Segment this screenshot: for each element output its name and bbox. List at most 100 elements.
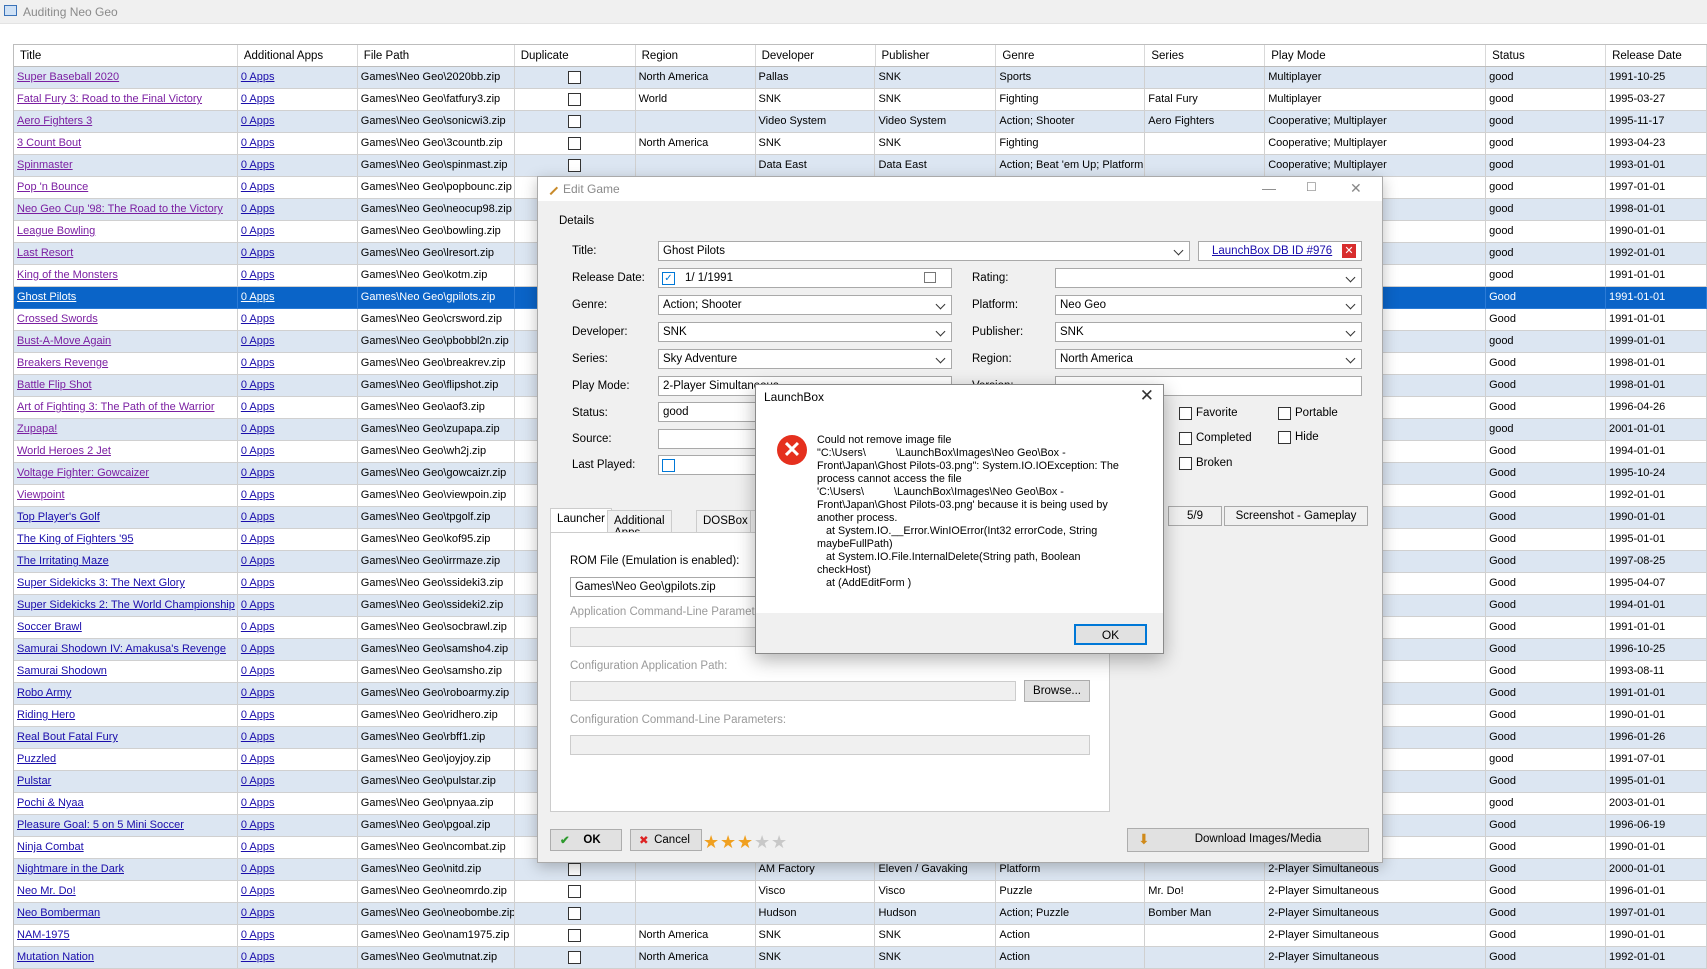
duplicate-checkbox[interactable] [514,155,636,177]
duplicate-checkbox[interactable] [514,111,636,133]
broken-checkbox[interactable] [1179,457,1192,470]
portable-checkbox[interactable] [1278,407,1291,420]
additional-apps-link[interactable]: 0 Apps [237,859,358,881]
title-link[interactable]: Super Baseball 2020 [14,67,238,89]
star-icon[interactable]: ★ [771,832,787,853]
column-header[interactable]: Publisher [876,45,997,66]
additional-apps-link[interactable]: 0 Apps [237,67,358,89]
tab-additional-apps[interactable]: Additional Apps [607,510,672,539]
column-header[interactable]: Developer [756,45,876,66]
column-header[interactable]: Region [636,45,756,66]
rating-field[interactable] [1055,268,1362,288]
additional-apps-link[interactable]: 0 Apps [237,815,358,837]
duplicate-checkbox[interactable] [514,133,636,155]
title-link[interactable]: Voltage Fighter: Gowcaizer [14,463,238,485]
additional-apps-link[interactable]: 0 Apps [237,683,358,705]
message-close-icon[interactable]: ✕ [1140,386,1154,406]
title-link[interactable]: Nightmare in the Dark [14,859,238,881]
download-media-button[interactable]: ⬇ Download Images/Media [1127,828,1369,852]
platform-field[interactable]: Neo Geo [1055,295,1362,315]
cancel-button[interactable]: ✖ Cancel [630,829,702,851]
column-header[interactable]: Additional Apps [238,45,358,66]
star-icon[interactable]: ★ [720,832,736,853]
additional-apps-link[interactable]: 0 Apps [237,463,358,485]
column-header[interactable]: Genre [996,45,1146,66]
title-link[interactable]: Aero Fighters 3 [14,111,238,133]
additional-apps-link[interactable]: 0 Apps [237,221,358,243]
column-header[interactable]: Status [1486,45,1607,66]
duplicate-checkbox[interactable] [514,947,636,969]
additional-apps-link[interactable]: 0 Apps [237,199,358,221]
additional-apps-link[interactable]: 0 Apps [237,837,358,859]
title-link[interactable]: The King of Fighters '95 [14,529,238,551]
title-link[interactable]: Ninja Combat [14,837,238,859]
additional-apps-link[interactable]: 0 Apps [237,287,358,309]
title-link[interactable]: Riding Hero [14,705,238,727]
table-row[interactable]: NAM-1975 0 Apps Games\Neo Geo\nam1975.zip N… [14,925,1707,947]
title-field[interactable]: Ghost Pilots [658,241,1190,261]
additional-apps-link[interactable]: 0 Apps [237,947,358,969]
table-row[interactable]: Mutation Nation 0 Apps Games\Neo Geo\mutna… [14,947,1707,969]
additional-apps-link[interactable]: 0 Apps [237,793,358,815]
title-link[interactable]: Pop 'n Bounce [14,177,238,199]
title-link[interactable]: 3 Count Bout [14,133,238,155]
config-cmd-field[interactable] [570,735,1090,755]
title-link[interactable]: Super Sidekicks 2: The World Championshi… [14,595,238,617]
tab-launcher[interactable]: Launcher [550,508,612,532]
title-link[interactable]: Art of Fighting 3: The Path of the Warri… [14,397,238,419]
table-row[interactable]: Fatal Fury 3: Road to the Final Victory 0… [14,89,1707,111]
publisher-field[interactable]: SNK [1055,322,1362,342]
title-link[interactable]: Pleasure Goal: 5 on 5 Mini Soccer [14,815,238,837]
calendar-icon[interactable] [924,272,936,283]
title-link[interactable]: Real Bout Fatal Fury [14,727,238,749]
title-link[interactable]: Fatal Fury 3: Road to the Final Victory [14,89,238,111]
additional-apps-link[interactable]: 0 Apps [237,617,358,639]
title-link[interactable]: Spinmaster [14,155,238,177]
title-link[interactable]: Neo Bomberman [14,903,238,925]
additional-apps-link[interactable]: 0 Apps [237,441,358,463]
additional-apps-link[interactable]: 0 Apps [237,419,358,441]
additional-apps-link[interactable]: 0 Apps [237,331,358,353]
launchbox-db-link[interactable]: LaunchBox DB ID #976 [1198,241,1362,261]
title-link[interactable]: Pulstar [14,771,238,793]
additional-apps-link[interactable]: 0 Apps [237,529,358,551]
column-header[interactable]: File Path [358,45,515,66]
title-link[interactable]: Neo Geo Cup '98: The Road to the Victory [14,199,238,221]
title-link[interactable]: Bust-A-Move Again [14,331,238,353]
image-type[interactable]: Screenshot - Gameplay [1224,506,1368,526]
tab-dosbox[interactable]: DOSBox [696,510,755,532]
title-link[interactable]: NAM-1975 [14,925,238,947]
close-icon[interactable]: ✕ [1350,180,1362,197]
additional-apps-link[interactable]: 0 Apps [237,155,358,177]
additional-apps-link[interactable]: 0 Apps [237,749,358,771]
column-header[interactable]: Title [14,45,238,66]
title-link[interactable]: Last Resort [14,243,238,265]
ok-button[interactable]: ✔ OK [550,829,622,851]
title-link[interactable]: World Heroes 2 Jet [14,441,238,463]
series-field[interactable]: Sky Adventure [658,349,952,369]
browse-button[interactable]: Browse... [1024,680,1090,702]
title-link[interactable]: Viewpoint [14,485,238,507]
additional-apps-link[interactable]: 0 Apps [237,881,358,903]
title-link[interactable]: Top Player's Golf [14,507,238,529]
duplicate-checkbox[interactable] [514,89,636,111]
duplicate-checkbox[interactable] [514,67,636,89]
star-icon[interactable]: ★ [754,832,770,853]
additional-apps-link[interactable]: 0 Apps [237,903,358,925]
table-row[interactable]: Aero Fighters 30 Apps Games\Neo Geo\sonic… [14,111,1707,133]
additional-apps-link[interactable]: 0 Apps [237,89,358,111]
additional-apps-link[interactable]: 0 Apps [237,397,358,419]
star-icon[interactable]: ★ [703,832,719,853]
developer-field[interactable]: SNK [658,322,952,342]
release-date-checkbox[interactable]: ✓ [662,272,675,285]
additional-apps-link[interactable]: 0 Apps [237,309,358,331]
duplicate-checkbox[interactable] [514,903,636,925]
duplicate-checkbox[interactable] [514,925,636,947]
table-row[interactable]: 3 Count Bout 0 Apps Games\Neo Geo\3countb.… [14,133,1707,155]
genre-field[interactable]: Action; Shooter [658,295,952,315]
title-link[interactable]: King of the Monsters [14,265,238,287]
maximize-icon[interactable]: ☐ [1306,180,1317,194]
remove-link-icon[interactable]: ✕ [1342,244,1356,258]
table-row[interactable]: Spinmaster 0 Apps Games\Neo Geo\spinmast.z… [14,155,1707,177]
additional-apps-link[interactable]: 0 Apps [237,551,358,573]
